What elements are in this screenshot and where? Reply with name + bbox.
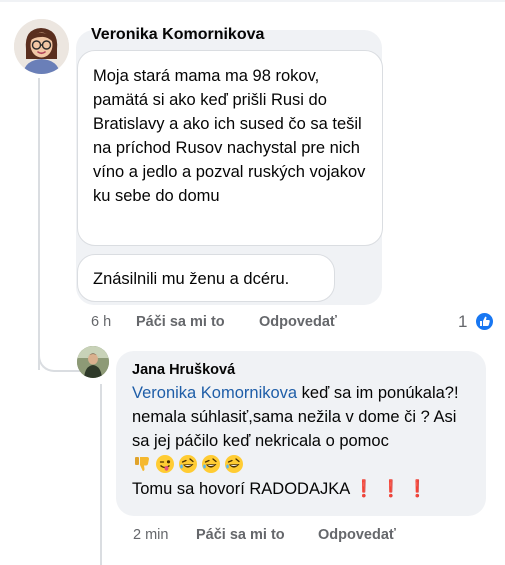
like-button[interactable]: Páči sa mi to [136, 314, 225, 330]
rofl-emoji [225, 455, 243, 473]
emoji-group [132, 455, 247, 474]
avatar[interactable] [77, 346, 109, 378]
comment-text: Moja stará mama ma 98 rokov, pamätá si a… [93, 67, 366, 205]
exclamation-marks: ❗❗❗ [353, 480, 434, 498]
reaction-count[interactable]: 1 [458, 312, 467, 332]
winking-tongue-emoji [156, 455, 174, 473]
comment-text: Znásilnili mu ženu a dcéru. [93, 270, 290, 288]
thread-connector [38, 336, 82, 372]
reply-thread-line [100, 384, 102, 565]
comment-author[interactable]: Veronika Komornikova [91, 26, 264, 44]
reply-button[interactable]: Odpovedať [318, 527, 396, 543]
reply-author[interactable]: Jana Hrušková [132, 362, 235, 378]
thread-line [38, 78, 40, 370]
reply-button[interactable]: Odpovedať [259, 314, 337, 330]
avatar-photo-icon [77, 346, 109, 378]
rofl-emoji [179, 455, 197, 473]
like-icon[interactable] [474, 311, 495, 332]
avatar-illustration-icon [14, 19, 69, 74]
mention-link[interactable]: Veronika Komornikova [132, 384, 297, 402]
top-divider [0, 0, 505, 2]
rofl-emoji [202, 455, 220, 473]
avatar[interactable] [14, 19, 69, 74]
comment-timestamp[interactable]: 6 h [91, 314, 111, 330]
like-button[interactable]: Páči sa mi to [196, 527, 285, 543]
reply-timestamp[interactable]: 2 min [133, 527, 168, 543]
thumbs-down-emoji [135, 457, 149, 471]
reply-text-last-line: Tomu sa hovorí RADODAJKA [132, 480, 350, 498]
reply-text: Veronika Komornikova keď sa im ponúkala?… [132, 381, 477, 501]
